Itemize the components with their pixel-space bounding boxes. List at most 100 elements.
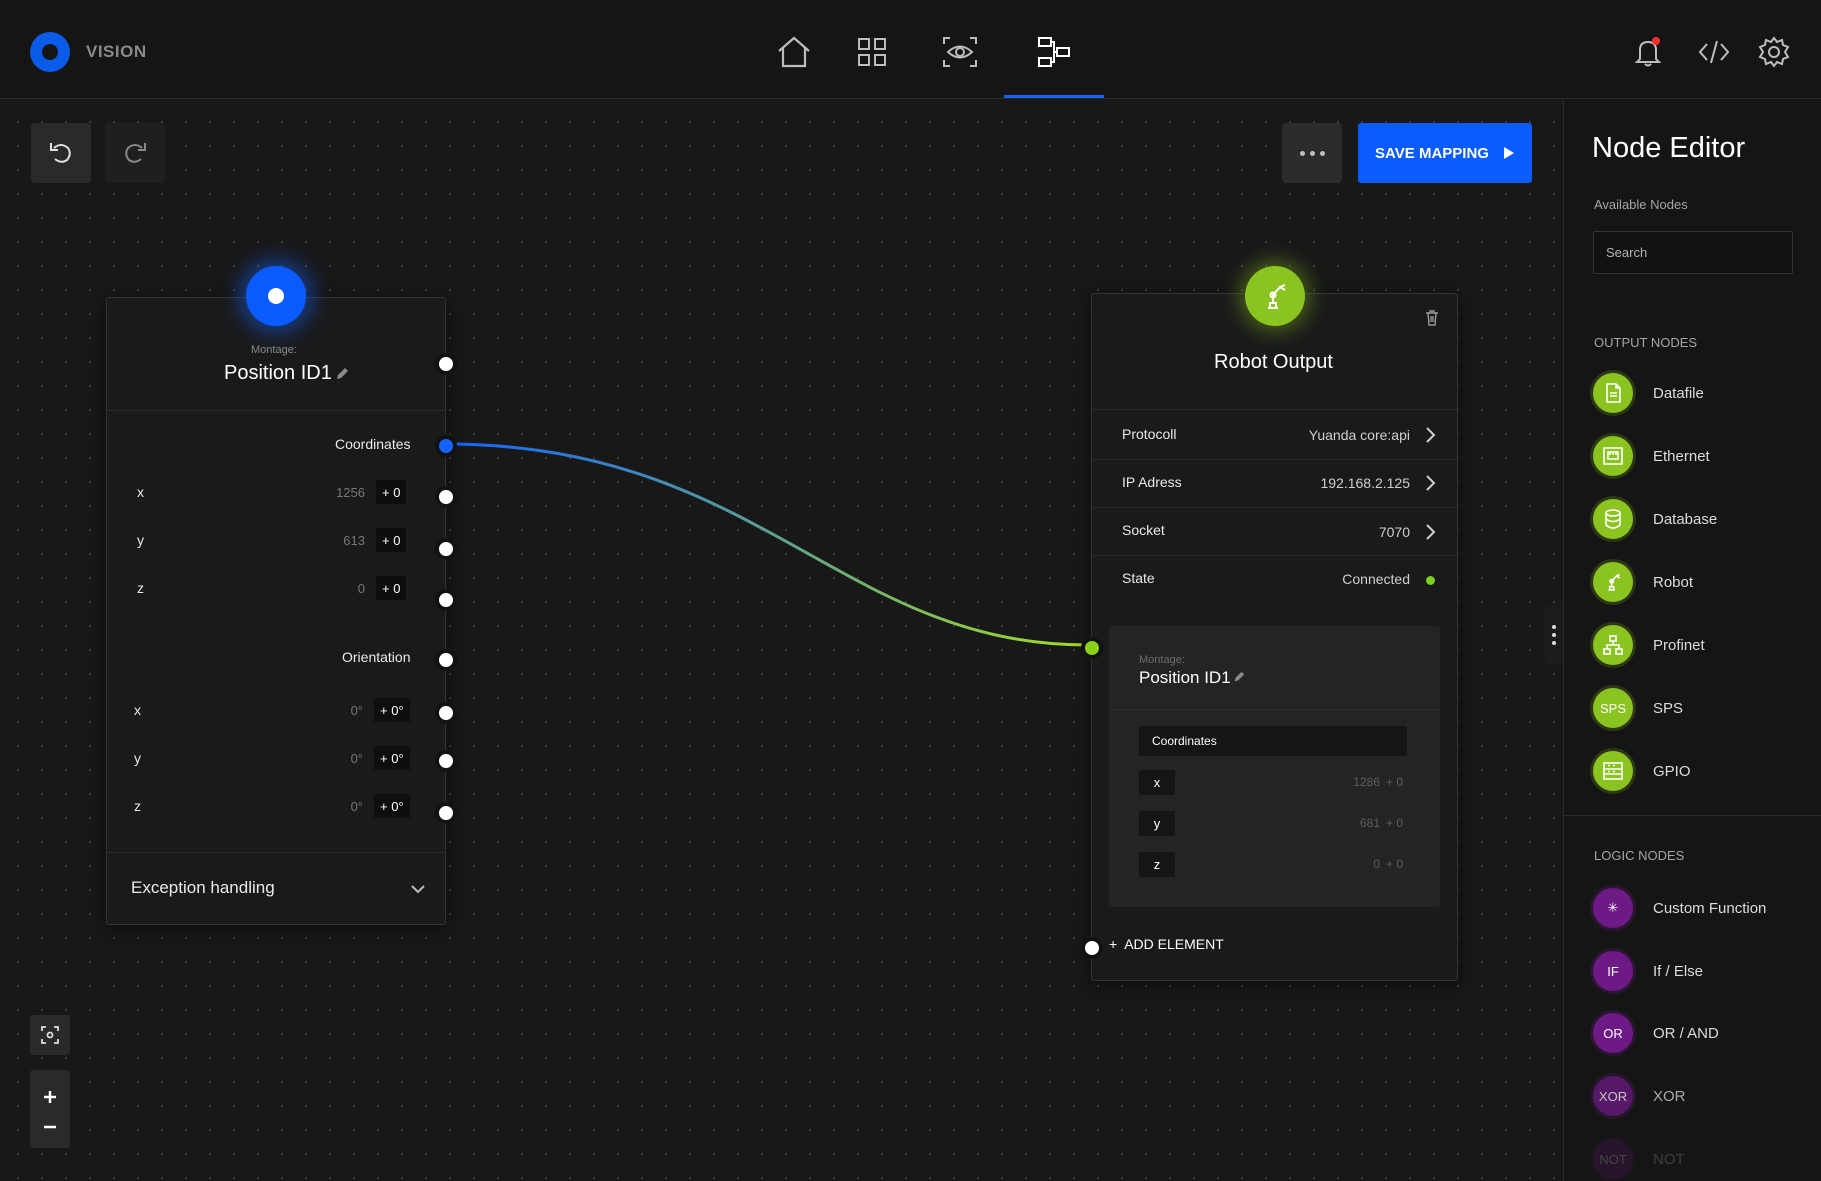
divider [107, 410, 445, 411]
state-label: State [1122, 570, 1155, 586]
coord-x-offset[interactable]: + 0 [376, 480, 407, 504]
coordinates-label: Coordinates [335, 436, 411, 452]
node-item-if-else[interactable]: IF If / Else [1593, 950, 1813, 992]
coordinates-port[interactable] [435, 435, 457, 457]
state-indicator [1426, 576, 1435, 585]
inner-y-offset: + 0 [1386, 816, 1404, 830]
exception-handling-label[interactable]: Exception handling [131, 878, 275, 898]
inner-z-axis: z [1139, 852, 1175, 877]
node-item-gpio[interactable]: GPIO [1593, 750, 1813, 792]
panel-title: Node Editor [1592, 132, 1746, 164]
robot-output-title: Robot Output [1214, 351, 1333, 373]
network-icon [1593, 625, 1633, 665]
zoom-in-icon[interactable] [42, 1089, 58, 1105]
zoom-controls [30, 1070, 70, 1148]
node-item-robot[interactable]: Robot [1593, 561, 1813, 603]
node-item-label: SPS [1653, 699, 1684, 717]
node-item-label: Profinet [1653, 636, 1705, 654]
node-item-label: Custom Function [1653, 899, 1767, 917]
divider [1110, 709, 1439, 710]
node-item-sps[interactable]: SPS SPS [1593, 687, 1813, 729]
chevron-right-icon[interactable] [1424, 474, 1436, 492]
inner-x-axis: x [1139, 770, 1175, 795]
coord-z-value: 0 [357, 581, 365, 596]
inner-section-label[interactable]: Coordinates [1139, 726, 1407, 756]
coord-y-offset[interactable]: + 0 [376, 528, 407, 552]
inner-x-offset: + 0 [1386, 775, 1404, 789]
socket-value[interactable]: 7070 [1255, 524, 1410, 540]
socket-label: Socket [1122, 522, 1165, 538]
plus-icon: + [1109, 936, 1118, 952]
zoom-out-icon[interactable] [42, 1125, 58, 1129]
orient-z-value: 0° [350, 799, 363, 814]
logic-nodes-heading: LOGIC NODES [1594, 848, 1685, 863]
node-item-label: OR / AND [1653, 1024, 1719, 1042]
ip-address-label: IP Adress [1122, 474, 1182, 490]
orient-x-value: 0° [350, 703, 363, 718]
orient-y-port[interactable] [435, 750, 457, 772]
orientation-port[interactable] [435, 649, 457, 671]
node-item-xor[interactable]: XOR XOR [1593, 1075, 1813, 1117]
coord-z-port[interactable] [435, 589, 457, 611]
node-editor-panel: Node Editor Available Nodes Search OUTPU… [1563, 100, 1821, 1181]
orient-z-axis: z [134, 798, 141, 814]
coord-x-axis: x [137, 484, 144, 500]
not-icon: NOT [1593, 1139, 1633, 1179]
node-item-datafile[interactable]: Datafile [1593, 372, 1813, 414]
orient-y-offset[interactable]: + 0° [374, 746, 410, 770]
coord-x-value: 1256 [336, 485, 365, 500]
orient-x-offset[interactable]: + 0° [374, 698, 410, 722]
orient-z-port[interactable] [435, 802, 457, 824]
divider [1092, 459, 1457, 460]
orient-y-axis: y [134, 750, 141, 766]
input-port[interactable] [1081, 637, 1103, 659]
trash-icon[interactable] [1425, 310, 1439, 326]
coord-y-port[interactable] [435, 538, 457, 560]
chevron-right-icon[interactable] [1424, 426, 1436, 444]
chevron-down-icon[interactable] [410, 883, 426, 895]
protocol-value[interactable]: Yuanda core:api [1255, 427, 1410, 443]
node-item-profinet[interactable]: Profinet [1593, 624, 1813, 666]
divider [107, 852, 445, 853]
node-item-database[interactable]: Database [1593, 498, 1813, 540]
add-element-port[interactable] [1081, 937, 1103, 959]
node-item-label: Ethernet [1653, 447, 1710, 465]
edit-icon[interactable] [335, 367, 349, 381]
or-icon: OR [1593, 1013, 1633, 1053]
file-icon [1593, 373, 1633, 413]
fit-view-button[interactable] [30, 1015, 70, 1055]
coord-y-value: 613 [343, 533, 365, 548]
orient-z-offset[interactable]: + 0° [374, 794, 410, 818]
search-input[interactable]: Search [1593, 231, 1793, 274]
inner-x-value: 1286 [1353, 775, 1380, 789]
orient-x-axis: x [134, 702, 141, 718]
robot-icon [1245, 266, 1305, 326]
source-node[interactable] [106, 297, 446, 925]
coord-y-axis: y [137, 532, 144, 548]
chevron-right-icon[interactable] [1424, 523, 1436, 541]
panel-handle[interactable] [1545, 606, 1563, 664]
source-node-icon [246, 266, 306, 326]
node-item-not[interactable]: NOT NOT [1593, 1138, 1813, 1180]
coord-z-axis: z [137, 580, 144, 596]
node-item-label: If / Else [1653, 962, 1704, 980]
coord-z-offset[interactable]: + 0 [376, 576, 407, 600]
coord-x-port[interactable] [435, 486, 457, 508]
node-item-or-and[interactable]: OR OR / AND [1593, 1012, 1813, 1054]
node-item-label: Datafile [1653, 384, 1704, 402]
node-item-ethernet[interactable]: Ethernet [1593, 435, 1813, 477]
ip-address-value[interactable]: 192.168.2.125 [1255, 475, 1410, 491]
ethernet-icon [1593, 436, 1633, 476]
output-port[interactable] [435, 353, 457, 375]
edit-icon[interactable] [1233, 671, 1245, 683]
divider [1564, 815, 1821, 816]
add-element-label: ADD ELEMENT [1124, 936, 1224, 952]
sps-icon: SPS [1593, 688, 1633, 728]
inner-y-value: 681 [1359, 816, 1380, 830]
node-item-label: XOR [1653, 1087, 1686, 1105]
left-node-title: Position ID1 [224, 362, 332, 384]
orient-x-port[interactable] [435, 702, 457, 724]
add-element-button[interactable]: + ADD ELEMENT [1109, 936, 1224, 952]
inner-y-axis: y [1139, 811, 1175, 836]
node-item-custom-function[interactable]: ✳ Custom Function [1593, 887, 1813, 929]
